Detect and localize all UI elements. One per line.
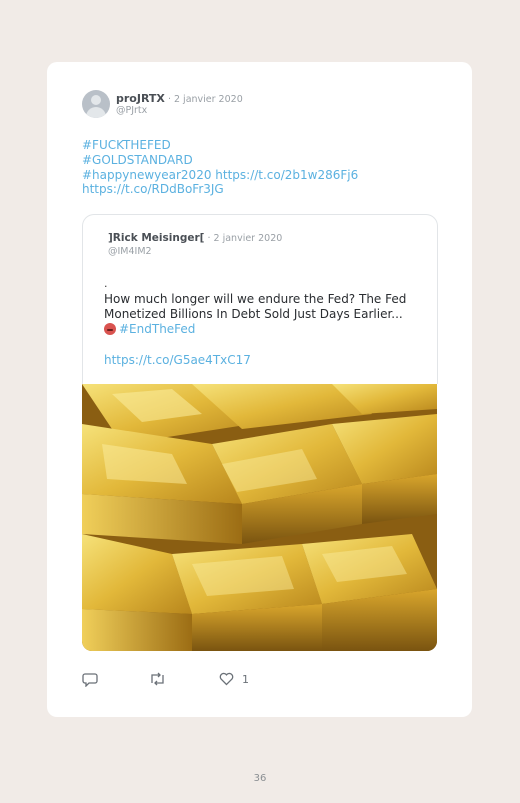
quoted-link[interactable]: https://t.co/G5ae4TxC17 (104, 353, 251, 367)
tweet-actions: 1 (82, 672, 282, 692)
hashtag-line[interactable]: #FUCKTHEFED (82, 138, 452, 153)
reply-button[interactable] (82, 672, 98, 687)
retweet-button[interactable] (149, 672, 166, 686)
angry-face-icon (104, 323, 116, 335)
avatar-body (86, 107, 106, 118)
tweet-author: proJRTX · 2 janvier 2020 (116, 92, 243, 105)
quoted-tweet[interactable]: ]Rick Meisinger[ · 2 janvier 2020 @IM4IM… (82, 214, 438, 384)
quoted-hashtag[interactable]: #EndTheFed (119, 322, 195, 336)
quoted-separator: · (204, 233, 214, 244)
avatar[interactable] (82, 90, 110, 118)
like-count: 1 (242, 672, 249, 686)
hashtag-line[interactable]: #GOLDSTANDARD (82, 153, 452, 168)
quoted-author-name[interactable]: ]Rick Meisinger[ (108, 232, 204, 244)
page-number: 36 (253, 773, 267, 784)
retweet-icon (151, 672, 164, 686)
quoted-author: ]Rick Meisinger[ · 2 janvier 2020 (108, 232, 282, 244)
gold-bars-photo[interactable] (82, 384, 437, 651)
like-button[interactable]: 1 (219, 672, 249, 686)
author-handle[interactable]: @PJrtx (116, 105, 147, 116)
tweet-text: #FUCKTHEFED #GOLDSTANDARD #happynewyear2… (82, 138, 452, 197)
author-separator: · (164, 94, 174, 105)
tweet-card: proJRTX · 2 janvier 2020 @PJrtx #FUCKTHE… (47, 62, 472, 717)
heart-icon (219, 672, 234, 686)
quoted-date[interactable]: 2 janvier 2020 (214, 233, 283, 244)
quoted-dot: . (104, 277, 108, 290)
tweet-date[interactable]: 2 janvier 2020 (174, 94, 243, 105)
reply-icon (82, 673, 98, 687)
gold-bars-image (82, 384, 437, 651)
author-name[interactable]: proJRTX (116, 92, 165, 105)
hashtag-link-line[interactable]: #happynewyear2020 https://t.co/2b1w286Fj… (82, 168, 452, 183)
quoted-handle[interactable]: @IM4IM2 (108, 246, 152, 257)
avatar-head (91, 95, 101, 105)
quoted-text: How much longer will we endure the Fed? … (104, 292, 407, 321)
link-line[interactable]: https://t.co/RDdBoFr3JG (82, 182, 452, 197)
quoted-hashtag-row: #EndTheFed (104, 322, 195, 336)
